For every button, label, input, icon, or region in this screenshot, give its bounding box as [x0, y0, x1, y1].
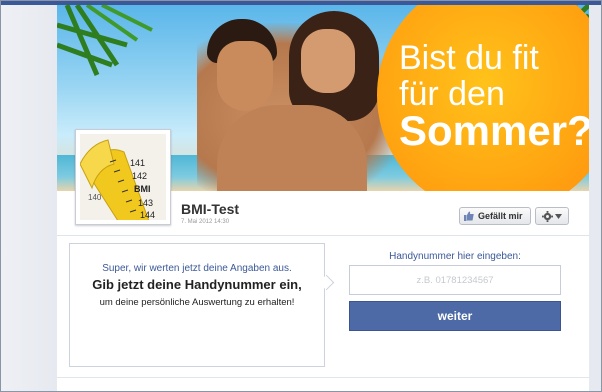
browser-frame: Bist du fit für den Sommer? 141 142 BMI [0, 0, 602, 392]
post-timestamp: 7. Mai 2012 14:30 [181, 219, 230, 225]
right-gutter [589, 5, 601, 391]
tape-number-1: 141 [130, 158, 145, 168]
measuring-tape-icon: 141 142 BMI 143 144 140 [80, 134, 166, 220]
phone-number-input[interactable] [349, 265, 561, 295]
like-button-label: Gefällt mir [478, 211, 523, 221]
bottom-divider [57, 377, 589, 378]
page-options-button[interactable] [535, 207, 569, 225]
tape-number-6: 140 [88, 193, 102, 202]
tape-number-2: 142 [132, 171, 147, 181]
section-divider [57, 235, 589, 236]
profile-picture[interactable]: 141 142 BMI 143 144 140 [75, 129, 171, 225]
message-line-2: Gib jetzt deine Handynummer ein, [92, 277, 302, 292]
phone-input-label: Handynummer hier eingeben: [389, 251, 521, 262]
tape-number-4: 143 [138, 198, 153, 208]
promo-headline-line3: Sommer? [399, 107, 589, 154]
promo-headline-line1: Bist du fit [399, 39, 539, 77]
man-torso [217, 105, 367, 191]
tape-number-5: 144 [140, 210, 155, 220]
woman-face [301, 29, 355, 93]
page-title[interactable]: BMI-Test [181, 201, 239, 217]
message-line-1: Super, wir werten jetzt deine Angaben au… [102, 263, 292, 274]
like-button[interactable]: Gefällt mir [459, 207, 531, 225]
left-gutter [1, 5, 57, 391]
man-face [217, 41, 273, 111]
caret-down-icon [555, 213, 562, 219]
message-line-3: um deine persönliche Auswertung zu erhal… [99, 297, 295, 308]
palm-leaves-left-icon [57, 5, 153, 76]
thumbs-up-icon [464, 211, 474, 221]
tape-number-3: BMI [134, 184, 151, 194]
gear-icon [542, 210, 553, 222]
continue-button[interactable]: weiter [349, 301, 561, 331]
page-content: Bist du fit für den Sommer? 141 142 BMI [57, 5, 589, 391]
